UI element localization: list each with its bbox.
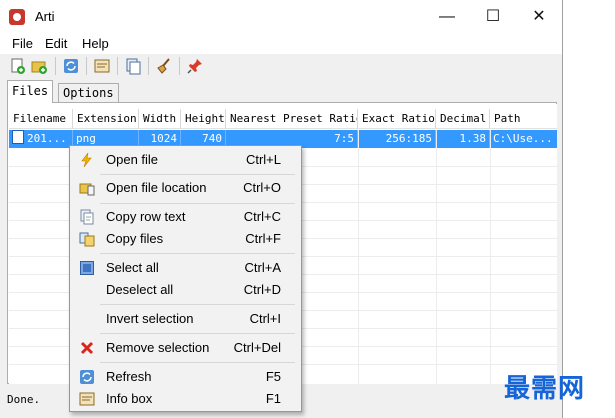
toolbar-separator (117, 57, 118, 75)
copy-files-icon (79, 231, 95, 247)
menu-open-file[interactable]: Open file Ctrl+L (72, 149, 299, 171)
menu-help[interactable]: Help (82, 36, 109, 51)
refresh-icon (79, 369, 95, 385)
grid-line (358, 130, 359, 384)
menu-info-box[interactable]: Info box F1 (72, 388, 299, 410)
add-folder-icon[interactable] (30, 57, 48, 75)
select-all-icon (79, 260, 95, 276)
menu-edit[interactable]: Edit (45, 36, 67, 51)
menu-label: Select all (106, 260, 159, 275)
menu-open-file-location[interactable]: Open file location Ctrl+O (72, 177, 299, 199)
menu-select-all[interactable]: Select all Ctrl+A (72, 257, 299, 279)
add-file-icon[interactable] (9, 57, 27, 75)
menu-deselect-all[interactable]: Deselect all Ctrl+D (72, 279, 299, 301)
menu-label: Open file (106, 152, 159, 167)
menu-copy-files[interactable]: Copy files Ctrl+F (72, 228, 299, 250)
menu-label: Copy files (106, 231, 164, 246)
minimize-button[interactable]: — (424, 0, 470, 34)
menu-refresh[interactable]: Refresh F5 (72, 366, 299, 388)
menu-separator (100, 333, 295, 334)
menu-separator (100, 304, 295, 305)
column-nearest-preset-ratio[interactable]: Nearest Preset Ratio (226, 109, 358, 129)
menu-remove-selection[interactable]: Remove selection Ctrl+Del (72, 337, 299, 359)
context-menu: Open file Ctrl+L Open file location Ctrl… (69, 145, 302, 412)
menu-label: Remove selection (106, 340, 210, 355)
column-height[interactable]: Height (181, 109, 226, 129)
info-box-icon[interactable] (93, 57, 111, 75)
menu-shortcut: Ctrl+D (243, 282, 281, 297)
red-x-icon (79, 340, 95, 356)
clear-icon[interactable] (155, 57, 173, 75)
toolbar-separator (148, 57, 149, 75)
menu-label: Copy row text (106, 209, 186, 224)
refresh-icon[interactable] (62, 57, 80, 75)
close-button[interactable]: ✕ (516, 0, 562, 34)
menu-shortcut: Ctrl+O (243, 180, 281, 195)
menu-copy-row-text[interactable]: Copy row text Ctrl+C (72, 206, 299, 228)
tab-strip: Files Options (0, 78, 562, 103)
menu-shortcut: Ctrl+I (249, 311, 281, 326)
maximize-button[interactable]: ☐ (470, 0, 516, 34)
app-logo-icon (9, 9, 25, 25)
toolbar (0, 54, 562, 78)
menu-shortcut: Ctrl+C (243, 209, 281, 224)
menu-separator (100, 174, 295, 175)
title-bar[interactable]: Arti — ☐ ✕ (0, 0, 562, 34)
menu-shortcut: F5 (265, 369, 281, 384)
grid-header: Filename Extension Width Height Nearest … (9, 109, 557, 129)
tab-options[interactable]: Options (58, 83, 119, 102)
menu-file[interactable]: File (12, 36, 33, 51)
menu-label: Deselect all (106, 282, 174, 297)
menu-separator (100, 203, 295, 204)
menu-label: Invert selection (106, 311, 194, 326)
column-extension[interactable]: Extension (73, 109, 139, 129)
menu-label: Open file location (106, 180, 207, 195)
menu-shortcut: Ctrl+A (244, 260, 281, 275)
status-text: Done. (7, 393, 41, 406)
info-box-icon (79, 391, 95, 407)
column-decimal[interactable]: Decimal (436, 109, 490, 129)
cell-decimal: 1.38 (436, 130, 490, 148)
lightning-icon (79, 152, 95, 168)
column-width[interactable]: Width (139, 109, 181, 129)
grid-line (436, 130, 437, 384)
column-path[interactable]: Path (490, 109, 557, 129)
menu-invert-selection[interactable]: Invert selection Ctrl+I (72, 308, 299, 330)
column-filename[interactable]: Filename (9, 109, 73, 129)
cell-exact-ratio: 256:185 (358, 130, 436, 148)
watermark-text: 最需网 (504, 374, 586, 404)
menu-label: Info box (106, 391, 153, 406)
folder-icon (79, 180, 95, 196)
menu-label: Refresh (106, 369, 152, 384)
filename-text: 201... (27, 132, 67, 145)
toolbar-separator (86, 57, 87, 75)
copy-text-icon (79, 209, 95, 225)
tab-files[interactable]: Files (7, 80, 54, 103)
menu-separator (100, 362, 295, 363)
menu-shortcut: Ctrl+L (245, 152, 281, 167)
toolbar-separator (179, 57, 180, 75)
grid-line (490, 130, 491, 384)
menu-shortcut: F1 (265, 391, 281, 406)
menu-separator (100, 253, 295, 254)
file-icon (12, 130, 24, 144)
copy-icon[interactable] (124, 57, 142, 75)
cell-filename: 201... (9, 130, 73, 148)
cell-path: C:\Use... (493, 132, 553, 145)
pin-icon[interactable] (186, 57, 204, 75)
menu-shortcut: Ctrl+F (245, 231, 281, 246)
column-exact-ratio[interactable]: Exact Ratio (358, 109, 436, 129)
menu-shortcut: Ctrl+Del (233, 340, 281, 355)
window-title: Arti (35, 9, 55, 24)
toolbar-separator (55, 57, 56, 75)
menu-bar: File Edit Help (0, 34, 562, 54)
